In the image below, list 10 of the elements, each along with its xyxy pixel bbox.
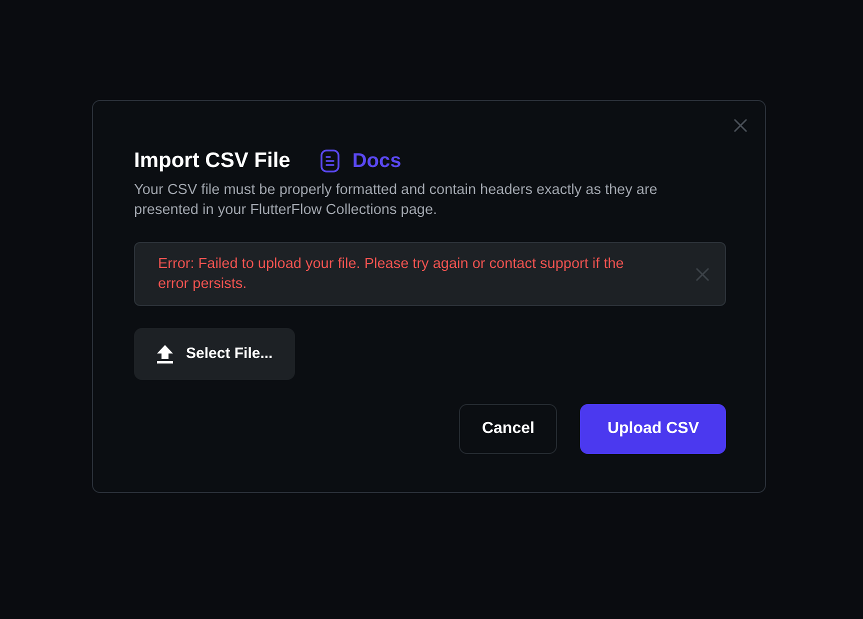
description-text: Your CSV file must be properly formatted and contain headers exactly as they are presented in your FlutterFlow Collections page.: [134, 181, 658, 220]
close-icon[interactable]: [734, 119, 747, 132]
upload-icon: [156, 344, 174, 364]
document-icon: [320, 149, 340, 173]
select-file-button[interactable]: Select File...: [134, 328, 295, 380]
upload-button[interactable]: Upload CSV: [580, 404, 726, 454]
dialog-title: Import CSV File: [134, 148, 290, 174]
cancel-button[interactable]: Cancel: [458, 404, 558, 454]
error-message: Error: Failed to upload your file. Please try again or contact support if the error persists.: [158, 255, 625, 294]
dismiss-icon[interactable]: [696, 268, 709, 280]
